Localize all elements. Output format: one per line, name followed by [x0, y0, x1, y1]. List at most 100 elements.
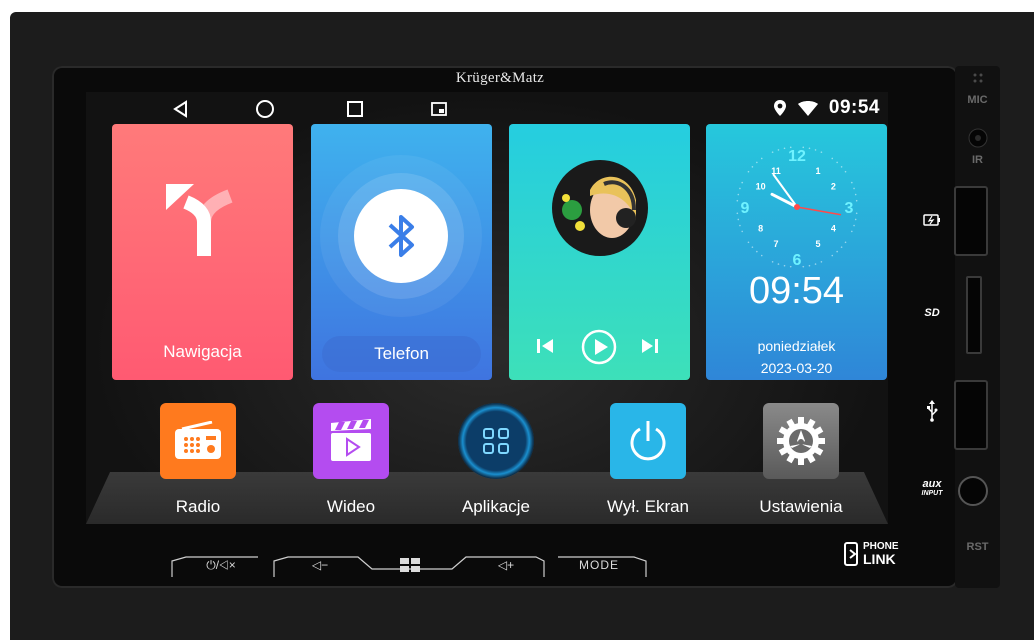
clock-second-hand: [796, 206, 842, 216]
clock-tick: [844, 170, 847, 173]
clock-tick: [737, 218, 740, 221]
recents-button[interactable]: [342, 96, 368, 122]
phone-label: Telefon: [374, 344, 429, 363]
navigation-tile[interactable]: Nawigacja: [112, 124, 293, 380]
app-applications[interactable]: Aplikacje: [431, 403, 561, 516]
app-radio[interactable]: Radio: [133, 403, 263, 516]
split-screen-button[interactable]: [426, 96, 452, 122]
clock-tick: [739, 224, 741, 227]
windows-grid-icon: [400, 558, 420, 572]
skip-previous-icon: [537, 339, 553, 353]
apps-grid-icon: [458, 403, 534, 479]
app-settings[interactable]: Ustawienia: [736, 403, 866, 516]
next-track-button[interactable]: [640, 337, 660, 355]
clock-tick: [789, 146, 792, 149]
radio-icon: [160, 403, 236, 479]
clock-tick: [840, 166, 843, 168]
wifi-icon: [797, 100, 818, 116]
turn-arrow-icon: [166, 184, 233, 256]
app-video[interactable]: Wideo: [286, 403, 416, 516]
clock-tick: [739, 187, 741, 190]
play-button[interactable]: [581, 329, 617, 365]
music-tile[interactable]: [509, 124, 690, 380]
clock-tick: [783, 264, 786, 267]
settings-gear-icon: [763, 403, 839, 479]
clock-date: 2023-03-20: [760, 360, 833, 376]
clock-numeral: 5: [815, 239, 820, 249]
aux-jack[interactable]: [958, 476, 988, 506]
clock-numeral: 4: [831, 224, 836, 234]
clock-tick: [854, 218, 857, 221]
clock-tick: [836, 161, 838, 164]
clock-tile[interactable]: 12 1 2 3 4 5 6 7 8 9 10 11 09:54 poniedziałek 2023-…: [706, 124, 887, 380]
clock-tick: [808, 147, 811, 150]
home-button[interactable]: [252, 96, 278, 122]
clock-tick: [736, 212, 739, 215]
clock-tick: [820, 151, 823, 153]
back-icon: [173, 100, 187, 118]
clock-tick: [814, 263, 817, 265]
clock-day: poniedziałek: [757, 338, 836, 354]
clock-tick: [814, 149, 817, 151]
rst-label: RST: [966, 541, 989, 553]
phonelink-icon: [844, 542, 858, 566]
clock-tick: [855, 212, 858, 215]
phonelink-bottom: LINK: [863, 551, 896, 567]
mode-key[interactable]: MODE: [564, 553, 634, 577]
usb-icon: [917, 400, 947, 425]
gear-tooth: [798, 417, 804, 425]
clock-tick: [854, 193, 857, 196]
status-indicators: 09:54: [773, 97, 880, 119]
clock-tick: [844, 241, 847, 244]
home-icon: [256, 100, 274, 118]
back-button[interactable]: [168, 96, 194, 122]
clock-tick: [851, 230, 853, 233]
album-art-image: [552, 160, 648, 256]
split-screen-icon: [431, 102, 447, 116]
clock-tick: [771, 261, 774, 263]
gear-tooth: [798, 457, 804, 465]
clock-numeral: 7: [773, 239, 778, 249]
clock-tick: [789, 265, 792, 268]
clock-tick: [771, 151, 774, 153]
bluetooth-badge: [354, 189, 448, 283]
sd-card-slot[interactable]: [966, 276, 982, 354]
clock-tick: [741, 181, 743, 184]
clock-tick: [820, 261, 823, 263]
gear-tooth: [777, 438, 785, 444]
recents-icon: [347, 101, 363, 117]
clock-tick: [736, 199, 739, 202]
brand-logo: Krüger&Matz: [455, 70, 545, 86]
usb-port[interactable]: [954, 380, 988, 450]
usb-charge-port[interactable]: [954, 186, 988, 256]
clock-tick: [756, 161, 758, 164]
clock-numeral: 3: [845, 200, 854, 217]
volume-up-key[interactable]: ◁+: [476, 553, 536, 577]
analog-clock: 121234567891011: [736, 146, 858, 269]
video-icon: [313, 403, 389, 479]
clock-numeral: 1: [815, 166, 820, 176]
phone-tile[interactable]: Telefon: [311, 124, 492, 380]
digital-clock: 09:54: [748, 270, 845, 312]
power-mute-key[interactable]: ⏻/◁×: [186, 553, 256, 577]
clock-tick: [741, 230, 743, 233]
previous-track-button[interactable]: [535, 337, 555, 355]
app-radio-label: Radio: [175, 497, 221, 516]
clock-tick: [783, 147, 786, 150]
app-screen-off[interactable]: Wył. Ekran: [583, 403, 713, 516]
clock-tick: [760, 157, 763, 160]
location-pin-icon: [773, 100, 786, 116]
play-icon: [581, 329, 617, 365]
power-icon: [610, 403, 686, 479]
status-bar: 09:54: [86, 92, 888, 126]
volume-down-key[interactable]: ◁−: [290, 553, 350, 577]
phonelink-logo: PHONE LINK: [843, 541, 899, 567]
home-hardware-key[interactable]: [392, 553, 428, 577]
navigation-label: Nawigacja: [163, 342, 242, 361]
gear-tooth: [817, 438, 825, 444]
clock-tick: [802, 265, 805, 268]
skip-next-icon: [642, 339, 658, 353]
clock-numeral: 6: [793, 252, 802, 269]
mic-hole: [955, 72, 1000, 87]
app-applications-label: Aplikacje: [461, 497, 531, 516]
